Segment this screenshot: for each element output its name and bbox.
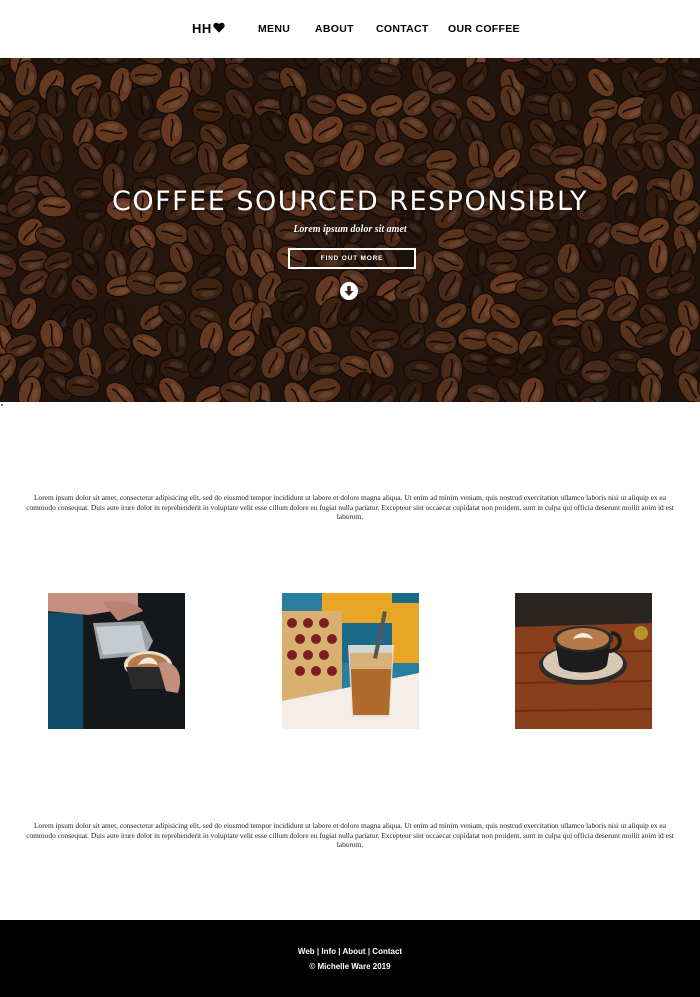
nav-our-coffee-link[interactable]: OUR COFFEE (448, 23, 520, 35)
copyright-text: © Michelle Ware 2019 (309, 962, 391, 971)
divider-dot (1, 404, 3, 406)
footer-separator: | (367, 947, 371, 956)
find-out-more-button[interactable]: FIND OUT MORE (288, 248, 416, 269)
iced-coffee-photo (282, 593, 419, 729)
nav-about-link[interactable]: ABOUT (315, 23, 354, 35)
hero-title: COFFEE SOURCED RESPONSIBLY (112, 186, 588, 217)
footer-contact-link[interactable]: Contact (372, 947, 402, 956)
footer-separator: | (338, 947, 341, 956)
secondary-paragraph: Lorem ipsum dolor sit amet, consectetur … (26, 821, 674, 850)
logo[interactable]: HH (192, 21, 225, 36)
cappuccino-cup-photo (515, 593, 652, 729)
hero-banner: COFFEE SOURCED RESPONSIBLY Lorem ipsum d… (0, 58, 700, 402)
footer-web-link[interactable]: Web (298, 947, 315, 956)
intro-paragraph: Lorem ipsum dolor sit amet, consectetur … (26, 493, 674, 522)
footer-separator: | (316, 947, 320, 956)
hero-subtitle: Lorem ipsum dolor sit amet (293, 224, 407, 235)
footer-about-link[interactable]: About (342, 947, 365, 956)
nav-menu-link[interactable]: MENU (258, 23, 290, 35)
heart-icon (213, 21, 225, 36)
footer: Web | Info | About | Contact © Michelle … (0, 920, 700, 997)
logo-text: HH (192, 21, 212, 36)
arrow-down-circle-icon[interactable] (340, 282, 358, 300)
footer-links: Web | Info | About | Contact (0, 947, 700, 956)
top-navigation: HH MENU ABOUT CONTACT OUR COFFEE (0, 0, 700, 58)
footer-info-link[interactable]: Info (321, 947, 336, 956)
latte-art-pouring-photo (48, 593, 185, 729)
nav-contact-link[interactable]: CONTACT (376, 23, 429, 35)
